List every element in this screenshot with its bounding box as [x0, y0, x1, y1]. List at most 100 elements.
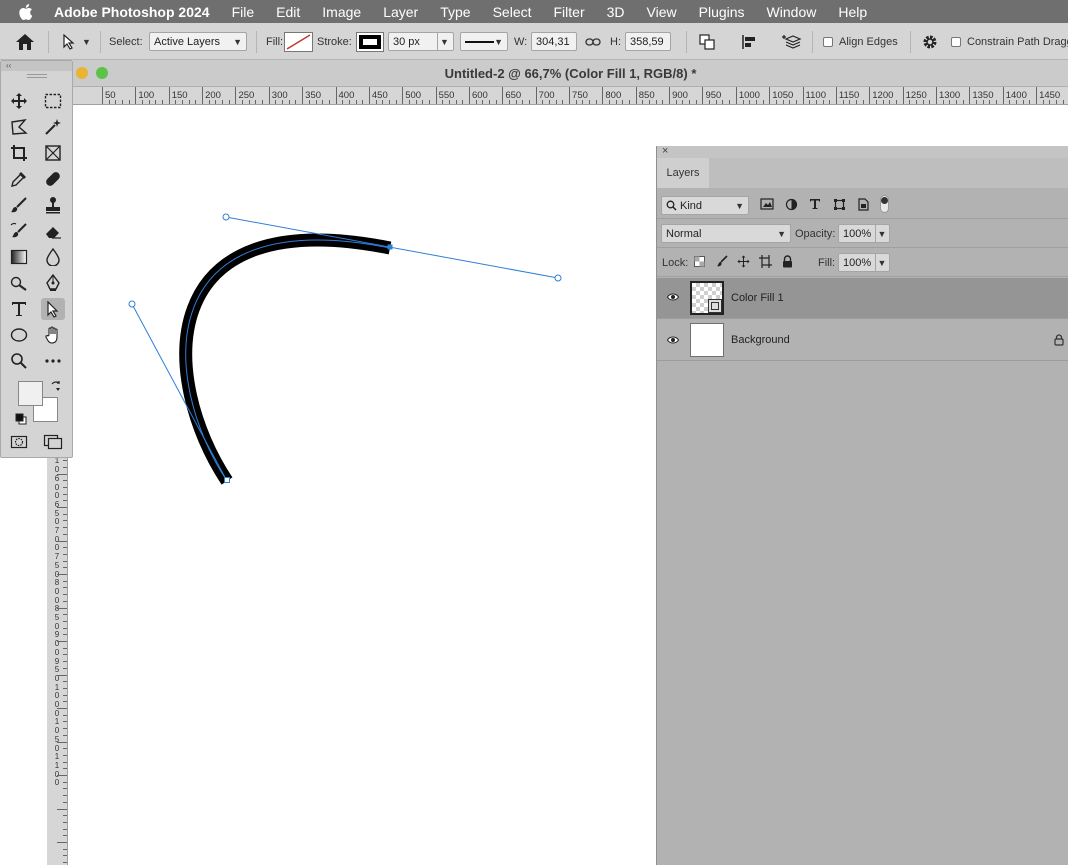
- apple-icon[interactable]: [0, 3, 54, 21]
- menu-select[interactable]: Select: [493, 4, 532, 20]
- gradient-tool-icon[interactable]: [7, 246, 31, 268]
- direct-selection-tool-icon[interactable]: [41, 298, 65, 320]
- fill-swatch[interactable]: [284, 31, 313, 52]
- layer-row-background[interactable]: Background: [657, 320, 1068, 361]
- ruler-tick: [63, 815, 67, 817]
- move-tool-icon[interactable]: [7, 90, 31, 112]
- checkbox[interactable]: [951, 36, 961, 47]
- fill-input[interactable]: 100% ▼: [838, 253, 890, 272]
- lock-artboard-icon[interactable]: [759, 254, 772, 271]
- stroke-type-dropdown[interactable]: ▼: [460, 32, 508, 51]
- align-edges-checkbox[interactable]: Align Edges: [823, 23, 898, 60]
- close-icon[interactable]: ×: [662, 145, 668, 157]
- select-dropdown[interactable]: Active Layers ▼: [149, 32, 247, 51]
- menu-view[interactable]: View: [647, 4, 677, 20]
- ruler-tick: [63, 513, 67, 515]
- menu-3d[interactable]: 3D: [607, 4, 625, 20]
- quick-mask-icon[interactable]: [7, 431, 31, 453]
- menu-help[interactable]: Help: [838, 4, 867, 20]
- eye-icon[interactable]: [666, 335, 680, 348]
- chevron-down-icon[interactable]: ▼: [875, 225, 888, 242]
- blend-mode-dropdown[interactable]: Normal ▼: [661, 224, 791, 243]
- chevron-down-icon[interactable]: ▼: [875, 254, 888, 271]
- menu-filter[interactable]: Filter: [554, 4, 585, 20]
- filter-type-icon[interactable]: [809, 198, 821, 213]
- type-tool-icon[interactable]: [7, 298, 31, 320]
- ruler-tick: [63, 553, 67, 555]
- checkbox[interactable]: [823, 36, 833, 47]
- panel-grip[interactable]: [27, 74, 47, 78]
- history-brush-icon[interactable]: [7, 220, 31, 242]
- ruler-tick: [63, 795, 67, 797]
- chevron-down-icon: ▼: [494, 36, 503, 47]
- gear-icon[interactable]: [921, 23, 939, 60]
- path-alignment-icon[interactable]: [740, 23, 758, 60]
- healing-brush-icon[interactable]: [41, 168, 65, 190]
- menu-image[interactable]: Image: [322, 4, 361, 20]
- opacity-input[interactable]: 100% ▼: [838, 224, 890, 243]
- lock-all-icon[interactable]: [782, 254, 793, 271]
- marquee-tool-icon[interactable]: [41, 90, 65, 112]
- app-name[interactable]: Adobe Photoshop 2024: [54, 4, 210, 20]
- eyedropper-tool-icon[interactable]: [7, 168, 31, 190]
- eraser-tool-icon[interactable]: [41, 220, 65, 242]
- link-icon[interactable]: [585, 23, 601, 60]
- home-icon[interactable]: [15, 23, 35, 60]
- width-input[interactable]: 304,31 p: [531, 32, 577, 51]
- lock-pixels-icon[interactable]: [716, 255, 728, 270]
- height-input[interactable]: 358,59 p: [625, 32, 671, 51]
- more-tools-icon[interactable]: [41, 350, 65, 372]
- stroke-swatch[interactable]: [356, 31, 384, 52]
- pen-tool-icon[interactable]: [41, 272, 65, 294]
- filter-smart-object-icon[interactable]: [857, 197, 869, 214]
- ruler-label: 0: [54, 778, 60, 788]
- kind-filter-dropdown[interactable]: Kind ▼: [661, 196, 749, 215]
- swap-colors-icon[interactable]: [50, 379, 62, 397]
- ellipse-tool-icon[interactable]: [7, 324, 31, 346]
- default-colors-icon[interactable]: [15, 412, 27, 430]
- menu-type[interactable]: Type: [440, 4, 470, 20]
- collapse-icon[interactable]: ‹‹: [1, 61, 72, 71]
- ruler-tick: [102, 87, 103, 104]
- ruler-minor-tick: [909, 100, 911, 104]
- filter-toggle[interactable]: [880, 195, 889, 213]
- zoom-tool-icon[interactable]: [7, 350, 31, 372]
- eye-icon[interactable]: [666, 292, 680, 305]
- magic-wand-icon[interactable]: [41, 116, 65, 138]
- brush-tool-icon[interactable]: [7, 194, 31, 216]
- dodge-tool-icon[interactable]: [7, 272, 31, 294]
- ruler-label: 850: [638, 90, 655, 101]
- layer-thumbnail[interactable]: [690, 281, 724, 315]
- foreground-color-swatch[interactable]: [18, 381, 43, 406]
- hand-tool-icon[interactable]: [41, 324, 65, 346]
- lasso-tool-icon[interactable]: [7, 116, 31, 138]
- horizontal-ruler[interactable]: 50 100 150 200 250 300 350 400 450 500 550 600 650 70…: [73, 87, 1068, 105]
- screen-mode-icon[interactable]: [41, 431, 65, 453]
- menu-window[interactable]: Window: [767, 4, 817, 20]
- filter-adjustment-icon[interactable]: [785, 198, 798, 214]
- crop-tool-icon[interactable]: [7, 142, 31, 164]
- frame-tool-icon[interactable]: [41, 142, 65, 164]
- lock-transparency-icon[interactable]: [694, 255, 705, 270]
- menu-plugins[interactable]: Plugins: [699, 4, 745, 20]
- chevron-down-icon[interactable]: ▼: [437, 33, 451, 50]
- filter-pixel-icon[interactable]: [760, 198, 774, 213]
- path-operations-icon[interactable]: [698, 23, 716, 60]
- canvas[interactable]: [68, 105, 656, 865]
- lock-position-icon[interactable]: [737, 255, 750, 271]
- tab-layers[interactable]: Layers: [657, 158, 709, 188]
- blur-tool-icon[interactable]: [41, 246, 65, 268]
- layer-thumbnail[interactable]: [690, 323, 724, 357]
- menu-edit[interactable]: Edit: [276, 4, 300, 20]
- menu-file[interactable]: File: [232, 4, 255, 20]
- path-selection-tool-preset[interactable]: ▼: [62, 23, 91, 60]
- filter-shape-icon[interactable]: [833, 198, 846, 214]
- path-arrangement-icon[interactable]: [782, 23, 804, 60]
- layer-row-color-fill[interactable]: Color Fill 1: [657, 278, 1068, 319]
- menu-layer[interactable]: Layer: [383, 4, 418, 20]
- stroke-width-input[interactable]: 30 px ▼: [388, 32, 454, 51]
- constrain-path-checkbox[interactable]: Constrain Path Dragg: [951, 23, 1068, 60]
- ruler-tick: [57, 708, 67, 709]
- fill-layer-icon: [708, 299, 722, 313]
- clone-stamp-icon[interactable]: [41, 194, 65, 216]
